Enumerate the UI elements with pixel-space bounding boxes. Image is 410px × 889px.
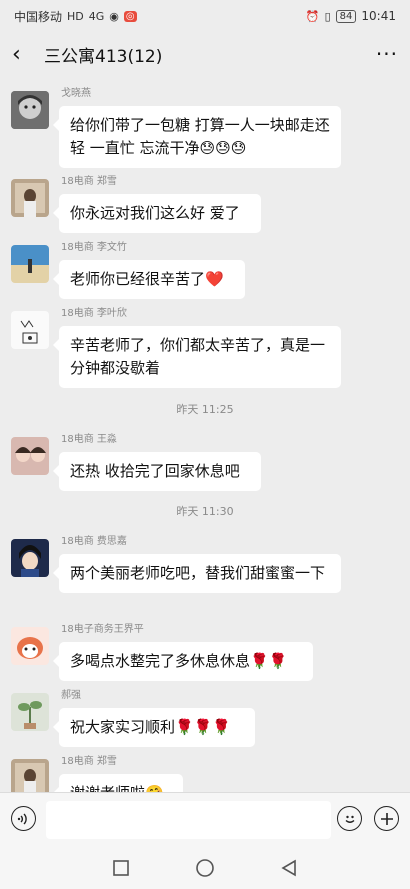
message-bubble[interactable]: 老师你已经很辛苦了❤️ bbox=[53, 260, 245, 299]
avatar[interactable] bbox=[11, 311, 49, 349]
sender-name: 郝强 bbox=[61, 690, 81, 701]
alarm-icon: ⏰ bbox=[305, 9, 320, 23]
timestamp: 昨天 11:30 bbox=[176, 505, 234, 518]
avatar[interactable] bbox=[11, 539, 49, 577]
avatar[interactable] bbox=[11, 759, 49, 792]
message-bubble[interactable]: 还热 收拾完了回家休息吧 bbox=[53, 452, 261, 491]
system-nav-bar bbox=[0, 846, 410, 889]
sender-name: 18电商 李叶欣 bbox=[61, 308, 127, 319]
sender-name: 18电商 郑雪 bbox=[61, 176, 117, 187]
chat-header: ‹ 三公寓413(12) ··· bbox=[0, 32, 410, 76]
message-input[interactable] bbox=[46, 801, 331, 839]
avatar[interactable] bbox=[11, 693, 49, 731]
sender-name: 戈晓燕 bbox=[61, 88, 91, 99]
timestamp: 昨天 11:25 bbox=[176, 403, 234, 416]
battery-icon: 84 bbox=[335, 9, 357, 23]
plus-icon[interactable] bbox=[374, 806, 399, 831]
clock: 10:41 bbox=[361, 9, 396, 23]
sender-name: 18电子商务王界平 bbox=[61, 624, 144, 635]
message-list[interactable]: 戈晓燕 给你们带了一包糖 打算一人一块邮走还轻 一直忙 忘流干净😓😓😓 18电商… bbox=[0, 76, 410, 792]
sender-name: 18电商 李文竹 bbox=[61, 242, 127, 253]
message-bubble[interactable]: 你永远对我们这么好 爱了 bbox=[53, 194, 261, 233]
avatar[interactable] bbox=[11, 437, 49, 475]
wifi-icon: ◉ bbox=[109, 9, 119, 23]
message-bubble[interactable]: 辛苦老师了，你们都太辛苦了，真是一分钟都没歇着 bbox=[53, 326, 341, 388]
message-bubble[interactable]: 谢谢老师啦🤗 bbox=[53, 774, 183, 792]
chat-title: 三公寓413(12) bbox=[44, 46, 163, 67]
back-arrow-icon[interactable]: ‹ bbox=[12, 42, 36, 67]
recent-apps-icon[interactable] bbox=[109, 856, 133, 880]
message-bubble[interactable]: 多喝点水整完了多休息休息🌹🌹 bbox=[53, 642, 313, 681]
home-icon[interactable] bbox=[193, 856, 217, 880]
app-notification-icon: ◎ bbox=[123, 10, 137, 22]
signal-icon: 4G bbox=[88, 9, 105, 23]
message-bubble[interactable]: 两个美丽老师吃吧，替我们甜蜜蜜一下 bbox=[53, 554, 341, 593]
message-bubble[interactable]: 祝大家实习顺利🌹🌹🌹 bbox=[53, 708, 255, 747]
sender-name: 18电商 王淼 bbox=[61, 434, 117, 445]
input-bar bbox=[0, 792, 410, 846]
avatar[interactable] bbox=[11, 627, 49, 665]
emoji-icon[interactable] bbox=[337, 806, 362, 831]
avatar[interactable] bbox=[11, 91, 49, 129]
avatar[interactable] bbox=[11, 179, 49, 217]
voice-input-icon[interactable] bbox=[11, 806, 36, 831]
vibrate-icon: ▯ bbox=[324, 9, 331, 23]
hd-icon: HD bbox=[67, 9, 84, 23]
message-bubble[interactable]: 给你们带了一包糖 打算一人一块邮走还轻 一直忙 忘流干净😓😓😓 bbox=[53, 106, 341, 168]
avatar[interactable] bbox=[11, 245, 49, 283]
status-bar: 中国移动 HD 4G ◉ ◎ ⏰ ▯ 84 10:41 bbox=[0, 0, 410, 32]
more-options-icon[interactable]: ··· bbox=[376, 42, 398, 66]
carrier-name: 中国移动 bbox=[14, 9, 63, 24]
sender-name: 18电商 费思嘉 bbox=[61, 536, 127, 547]
back-triangle-icon[interactable] bbox=[277, 856, 301, 880]
sender-name: 18电商 郑雪 bbox=[61, 756, 117, 767]
